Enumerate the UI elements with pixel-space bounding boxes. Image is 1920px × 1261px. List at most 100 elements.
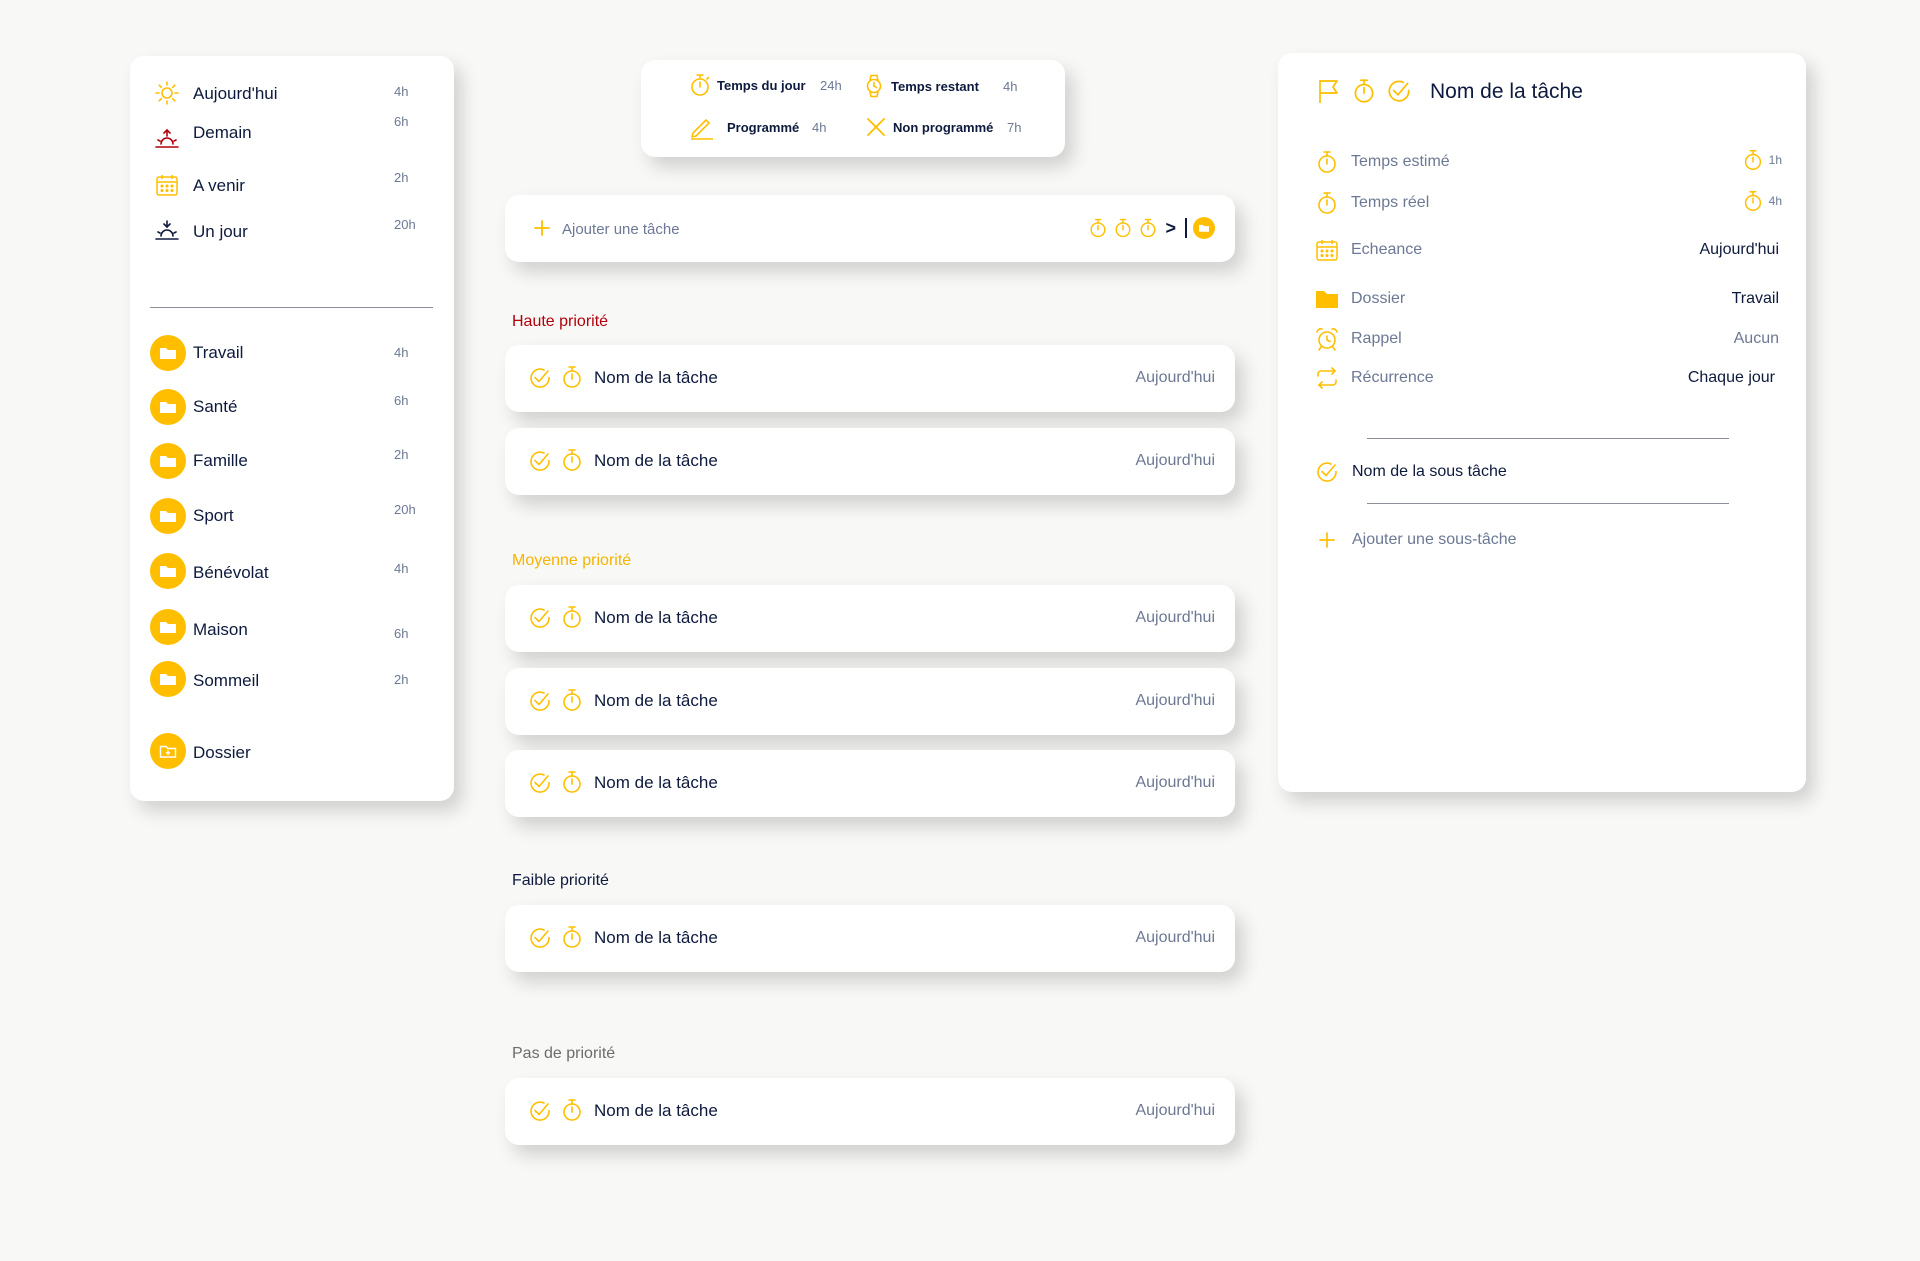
- add-task-tools: >: [1087, 215, 1215, 241]
- alarm-clock-icon: [1316, 328, 1338, 351]
- stopwatch-icon: [1318, 192, 1336, 214]
- check-circle-icon[interactable]: [527, 770, 553, 796]
- folder-hours: 20h: [394, 502, 416, 517]
- task-row[interactable]: Nom de la tâche Aujourd'hui: [505, 585, 1235, 652]
- task-date: Aujourd'hui: [1135, 692, 1215, 709]
- add-subtask-label: Ajouter une sous-tâche: [1352, 531, 1517, 548]
- task-name: Nom de la tâche: [594, 773, 718, 792]
- stopwatch-icon[interactable]: [559, 604, 585, 630]
- sidebar-folder-sport[interactable]: Sport 20h: [130, 497, 454, 543]
- check-circle-icon[interactable]: [527, 1098, 553, 1124]
- sidebar-item-label: A venir: [193, 176, 245, 195]
- folder-icon: [150, 609, 186, 645]
- folder-hours: 2h: [394, 447, 409, 462]
- add-task-bar[interactable]: Ajouter une tâche >: [505, 195, 1235, 262]
- task-date: Aujourd'hui: [1135, 774, 1215, 791]
- stopwatch-icon[interactable]: [1350, 77, 1378, 105]
- task-detail-panel: Nom de la tâche Temps estimé 1h Temps ré…: [1278, 53, 1806, 792]
- section-title-none: Pas de priorité: [512, 1045, 616, 1062]
- sidebar-item-someday[interactable]: Un jour 20h: [130, 216, 454, 262]
- sidebar-item-label: Un jour: [193, 222, 248, 241]
- plus-icon: [1319, 532, 1335, 548]
- task-row[interactable]: Nom de la tâche Aujourd'hui: [505, 668, 1235, 735]
- task-date: Aujourd'hui: [1135, 1102, 1215, 1119]
- sidebar-item-hours: 20h: [394, 217, 416, 232]
- folder-icon[interactable]: [1193, 217, 1215, 239]
- divider: [1367, 503, 1729, 504]
- detail-value: Chaque jour: [1687, 369, 1775, 386]
- check-circle-icon[interactable]: [527, 605, 553, 631]
- sidebar-item-upcoming[interactable]: A venir 2h: [130, 170, 454, 216]
- folder-hours: 2h: [394, 672, 409, 687]
- task-date: Aujourd'hui: [1135, 369, 1215, 386]
- stopwatch-icon[interactable]: [559, 364, 585, 390]
- divider: [1367, 438, 1729, 439]
- detail-value-text: 4h: [1768, 194, 1782, 208]
- detail-estimated-time[interactable]: Temps estimé 1h: [1278, 147, 1806, 177]
- task-detail-title[interactable]: Nom de la tâche: [1430, 80, 1583, 104]
- detail-value: 4h: [1741, 188, 1782, 214]
- subtask-item[interactable]: Nom de la sous tâche: [1314, 457, 1734, 487]
- folder-label: Santé: [193, 397, 238, 416]
- arrow-icon: >: [1165, 217, 1176, 238]
- sidebar-folder-sommeil[interactable]: Sommeil 2h: [130, 661, 454, 707]
- detail-folder[interactable]: Dossier Travail: [1278, 284, 1806, 314]
- sidebar-item-hours: 6h: [394, 114, 409, 129]
- stopwatch-icon[interactable]: [559, 769, 585, 795]
- sidebar-folder-famille[interactable]: Famille 2h: [130, 442, 454, 488]
- check-circle-icon[interactable]: [527, 448, 553, 474]
- detail-label: Dossier: [1351, 290, 1406, 307]
- task-row[interactable]: Nom de la tâche Aujourd'hui: [505, 750, 1235, 817]
- stopwatch-icon: [691, 74, 710, 96]
- task-row[interactable]: Nom de la tâche Aujourd'hui: [505, 428, 1235, 495]
- stopwatch-icon[interactable]: [1137, 216, 1159, 240]
- task-row[interactable]: Nom de la tâche Aujourd'hui: [505, 1078, 1235, 1145]
- sun-icon: [155, 81, 179, 105]
- sidebar-divider: [150, 307, 433, 308]
- check-circle-icon[interactable]: [527, 688, 553, 714]
- add-subtask-button[interactable]: Ajouter une sous-tâche: [1314, 525, 1734, 555]
- check-circle-icon[interactable]: [1314, 459, 1340, 485]
- task-row[interactable]: Nom de la tâche Aujourd'hui: [505, 345, 1235, 412]
- detail-value: Travail: [1731, 290, 1779, 307]
- check-circle-icon[interactable]: [527, 365, 553, 391]
- stat-label: Programmé: [727, 120, 800, 135]
- stat-remaining: Temps restant 4h: [861, 73, 1041, 101]
- stopwatch-icon: [1744, 191, 1761, 211]
- detail-value: Aucun: [1733, 330, 1779, 347]
- detail-recurrence[interactable]: Récurrence Chaque jour: [1278, 363, 1806, 393]
- stopwatch-icon[interactable]: [559, 687, 585, 713]
- flag-icon[interactable]: [1315, 77, 1343, 105]
- stat-scheduled: Programmé 4h: [689, 114, 869, 142]
- check-circle-icon[interactable]: [527, 925, 553, 951]
- stopwatch-icon[interactable]: [559, 447, 585, 473]
- sidebar-folder-maison[interactable]: Maison 6h: [130, 609, 454, 655]
- detail-label: Temps estimé: [1351, 153, 1450, 170]
- stopwatch-icon[interactable]: [1087, 216, 1109, 240]
- sidebar-item-label: Aujourd'hui: [193, 84, 278, 103]
- sidebar-folder-sante[interactable]: Santé 6h: [130, 388, 454, 434]
- repeat-icon: [1317, 367, 1337, 389]
- stopwatch-icon: [1318, 151, 1336, 173]
- detail-deadline[interactable]: Echeance Aujourd'hui: [1278, 235, 1806, 265]
- detail-reminder[interactable]: Rappel Aucun: [1278, 324, 1806, 354]
- sidebar-item-hours: 2h: [394, 170, 409, 185]
- sidebar-item-tomorrow[interactable]: Demain 6h: [130, 114, 454, 170]
- stopwatch-icon[interactable]: [1112, 216, 1134, 240]
- sidebar-folder-benevolat[interactable]: Bénévolat 4h: [130, 553, 454, 599]
- section-title-medium: Moyenne priorité: [512, 552, 632, 569]
- task-date: Aujourd'hui: [1135, 929, 1215, 946]
- task-row[interactable]: Nom de la tâche Aujourd'hui: [505, 905, 1235, 972]
- stopwatch-icon[interactable]: [559, 924, 585, 950]
- sidebar-folder-travail[interactable]: Travail 4h: [130, 334, 454, 380]
- add-task-input[interactable]: Ajouter une tâche: [562, 221, 680, 238]
- detail-value: 1h: [1741, 147, 1782, 173]
- check-circle-icon[interactable]: [1385, 77, 1413, 105]
- detail-actual-time[interactable]: Temps réel 4h: [1278, 188, 1806, 218]
- sunset-icon: [155, 220, 179, 240]
- add-folder-button[interactable]: Dossier: [130, 733, 454, 779]
- folder-label: Maison: [193, 620, 248, 639]
- subtask-name: Nom de la sous tâche: [1352, 463, 1507, 480]
- stopwatch-icon[interactable]: [559, 1097, 585, 1123]
- detail-value-text: 1h: [1768, 153, 1782, 167]
